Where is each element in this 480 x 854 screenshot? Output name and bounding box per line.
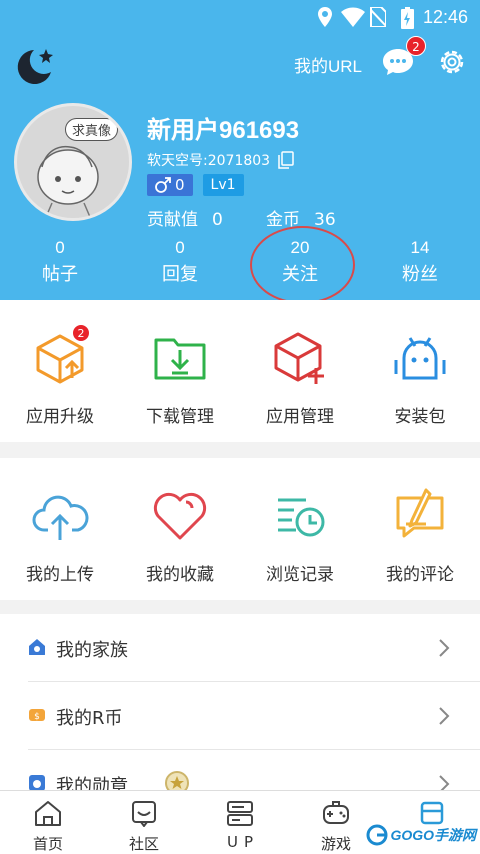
status-time: 12:46 (422, 7, 468, 27)
battery-charging-icon (401, 7, 414, 29)
gear-icon[interactable] (438, 48, 466, 76)
tab-community[interactable]: 社区 (96, 791, 192, 854)
my-comments-item[interactable]: 我的评论 (360, 486, 480, 585)
posts-count[interactable]: 0 帖子 (0, 238, 120, 286)
replies-count[interactable]: 0 回复 (120, 238, 240, 286)
contribution-value: 0 (212, 210, 223, 230)
list-item-family-label: 我的家族 (56, 640, 128, 661)
browse-history-item[interactable]: 浏览记录 (240, 486, 360, 585)
status-bar: 12:46 (0, 0, 480, 34)
download-manager-label: 下载管理 (146, 407, 214, 427)
app-manager-label: 应用管理 (266, 407, 334, 427)
username: 新用户961693 (147, 117, 300, 144)
user-id-row: 软天空号:2071803 (147, 150, 294, 170)
app-upgrade-label: 应用升级 (26, 407, 94, 427)
tab-community-label: 社区 (128, 835, 159, 853)
night-mode-icon[interactable] (14, 46, 56, 88)
fans-count-value: 14 (410, 238, 430, 257)
heart-icon (153, 492, 207, 540)
list-item-rcoin-label: 我的R币 (56, 708, 123, 729)
highlight-annotation (250, 226, 355, 304)
family-icon (29, 639, 45, 655)
wifi-icon (341, 7, 365, 27)
tab-up[interactable]: UP (192, 791, 288, 854)
contribution-stat: 贡献值 0 (147, 205, 223, 230)
my-favorites-label: 我的收藏 (146, 565, 214, 585)
male-icon (155, 177, 171, 193)
chevron-right-icon (439, 707, 450, 725)
history-icon (278, 498, 325, 537)
tab-home[interactable]: 首页 (0, 791, 96, 854)
medal-badge-icon (165, 771, 189, 790)
app-tools-grid: 2 应用升级 下载管理 应用管理 安装包 (0, 300, 480, 442)
svg-text:$: $ (34, 712, 40, 722)
tab-up-label: UP (226, 833, 260, 851)
message-badge: 2 (406, 36, 426, 56)
download-manager-icon (154, 338, 206, 380)
app-manager-item[interactable]: 应用管理 (240, 328, 360, 427)
profile-counts: 0 帖子 0 回复 20 关注 14 粉丝 (0, 238, 480, 294)
my-uploads-item[interactable]: 我的上传 (0, 486, 120, 585)
chevron-right-icon (439, 639, 450, 657)
cloud-upload-icon (32, 495, 89, 540)
home-icon (35, 801, 61, 826)
my-comments-label: 我的评论 (386, 565, 454, 585)
my-uploads-label: 我的上传 (26, 565, 94, 585)
browse-history-label: 浏览记录 (266, 565, 334, 585)
android-package-label: 安装包 (394, 407, 446, 427)
fans-count-label: 粉丝 (402, 264, 438, 285)
watermark: GOGO手游网 (366, 822, 476, 848)
replies-count-label: 回复 (162, 264, 198, 285)
location-icon (318, 7, 332, 27)
up-icon (227, 801, 253, 826)
chevron-right-icon (439, 775, 450, 790)
app-upgrade-badge: 2 (72, 324, 90, 342)
gender-badge: 0 (147, 174, 193, 196)
copy-icon[interactable] (278, 151, 294, 169)
watermark-text: GOGO手游网 (390, 827, 476, 843)
posts-count-value: 0 (55, 238, 65, 257)
my-url-link[interactable]: 我的URL (294, 52, 362, 77)
download-manager-item[interactable]: 下载管理 (120, 328, 240, 427)
app-upgrade-item[interactable]: 2 应用升级 (0, 324, 120, 427)
level-badge: Lv1 (202, 174, 244, 196)
list-item-rcoin[interactable]: $ 我的R币 (0, 682, 480, 750)
posts-count-label: 帖子 (42, 264, 78, 285)
no-sim-icon (370, 7, 386, 27)
fans-count[interactable]: 14 粉丝 (360, 238, 480, 286)
tab-home-label: 首页 (32, 835, 63, 853)
personal-grid: 我的上传 我的收藏 浏览记录 我的评论 (0, 458, 480, 600)
user-id: 软天空号:2071803 (147, 153, 271, 169)
android-package-icon (394, 337, 446, 380)
list-item-medal-label: 我的勋章 (56, 776, 128, 790)
medal-icon (29, 775, 45, 790)
app-manager-icon (274, 332, 324, 384)
list-item-family[interactable]: 我的家族 (0, 614, 480, 682)
settings-list: 我的家族 $ 我的R币 我的勋章 (0, 614, 480, 790)
coin-icon: $ (29, 709, 45, 722)
gogo-logo-icon (366, 824, 388, 846)
list-item-medal[interactable]: 我的勋章 (0, 750, 480, 790)
gender-count: 0 (175, 176, 185, 194)
contribution-label: 贡献值 (147, 210, 198, 230)
replies-count-value: 0 (175, 238, 185, 257)
my-favorites-item[interactable]: 我的收藏 (120, 486, 240, 585)
avatar[interactable]: 求真像 (14, 103, 132, 221)
profile-header: 12:46 我的URL 2 求真像 新用户961693 软天空号:2071803 (0, 0, 480, 300)
user-badges: 0 Lv1 (147, 174, 244, 196)
comment-edit-icon (396, 488, 444, 538)
android-package-item[interactable]: 安装包 (360, 328, 480, 427)
avatar-bubble: 求真像 (65, 118, 119, 141)
community-icon (132, 801, 156, 828)
game-icon (323, 801, 349, 824)
